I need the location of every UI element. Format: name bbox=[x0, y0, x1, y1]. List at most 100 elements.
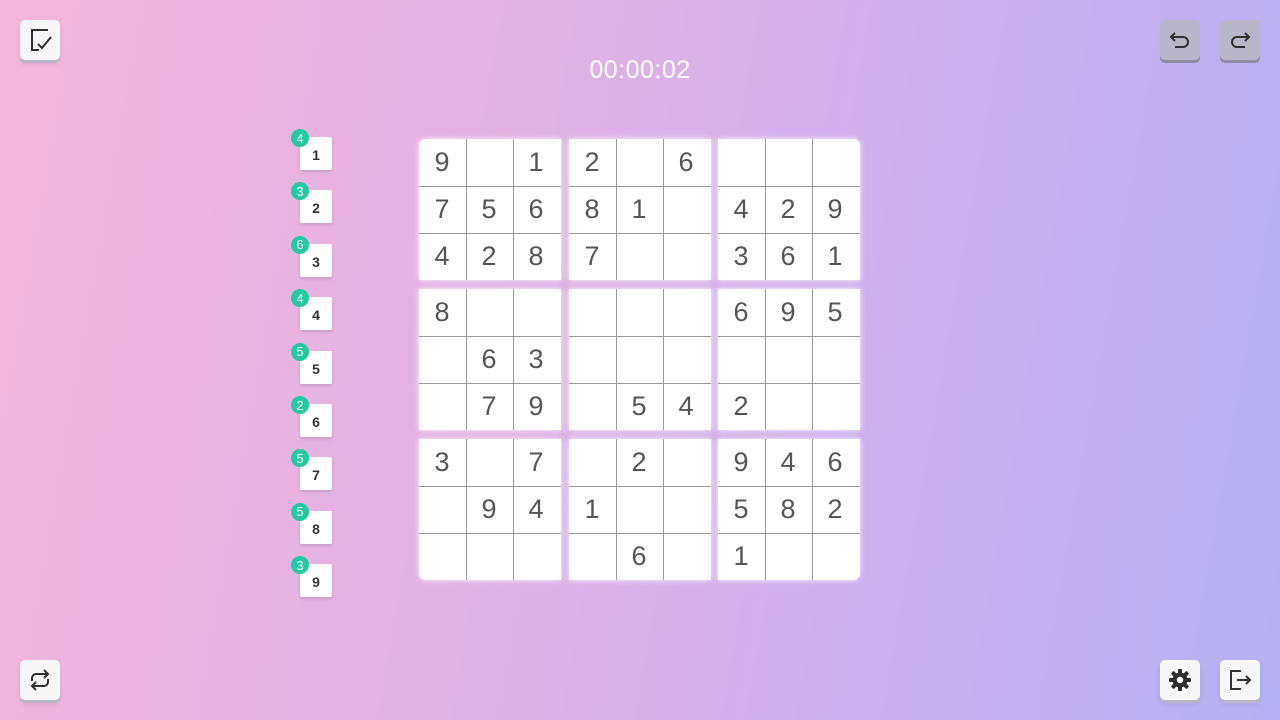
sudoku-cell-r3-c4[interactable]: 7 bbox=[569, 233, 615, 279]
sudoku-cell-r1-c2[interactable] bbox=[466, 139, 512, 185]
sudoku-cell-r2-c7[interactable]: 4 bbox=[718, 186, 764, 232]
sudoku-cell-r8-c7[interactable]: 5 bbox=[718, 486, 764, 532]
sudoku-cell-r2-c2[interactable]: 5 bbox=[466, 186, 512, 232]
sudoku-cell-r9-c3[interactable] bbox=[513, 533, 559, 579]
number-pad-tile-3[interactable]: 63 bbox=[291, 235, 332, 277]
sudoku-cell-r6-c8[interactable] bbox=[765, 383, 811, 429]
sudoku-cell-r6-c1[interactable] bbox=[419, 383, 465, 429]
number-pad-tile-2[interactable]: 32 bbox=[291, 182, 332, 224]
sudoku-cell-r7-c9[interactable]: 6 bbox=[812, 439, 858, 485]
sudoku-cell-r1-c6[interactable]: 6 bbox=[663, 139, 709, 185]
number-pad-tile-1[interactable]: 41 bbox=[291, 129, 332, 170]
undo-button[interactable] bbox=[1160, 20, 1200, 60]
restart-button[interactable] bbox=[20, 660, 60, 700]
number-pad-tile-5[interactable]: 55 bbox=[291, 342, 332, 384]
sudoku-cell-r2-c4[interactable]: 8 bbox=[569, 186, 615, 232]
sudoku-cell-r7-c1[interactable]: 3 bbox=[419, 439, 465, 485]
sudoku-cell-r2-c3[interactable]: 6 bbox=[513, 186, 559, 232]
sudoku-cell-r5-c8[interactable] bbox=[765, 336, 811, 382]
sudoku-cell-r6-c4[interactable] bbox=[569, 383, 615, 429]
sudoku-cell-r6-c9[interactable] bbox=[812, 383, 858, 429]
sudoku-cell-r1-c5[interactable] bbox=[616, 139, 662, 185]
sudoku-cell-r6-c7[interactable]: 2 bbox=[718, 383, 764, 429]
sudoku-cell-r4-c3[interactable] bbox=[513, 289, 559, 335]
sudoku-cell-r5-c9[interactable] bbox=[812, 336, 858, 382]
sudoku-cell-r8-c3[interactable]: 4 bbox=[513, 486, 559, 532]
sudoku-cell-r1-c9[interactable] bbox=[812, 139, 858, 185]
sudoku-cell-r7-c5[interactable]: 2 bbox=[616, 439, 662, 485]
sudoku-cell-r3-c9[interactable]: 1 bbox=[812, 233, 858, 279]
sudoku-cell-r5-c3[interactable]: 3 bbox=[513, 336, 559, 382]
sudoku-cell-r1-c3[interactable]: 1 bbox=[513, 139, 559, 185]
sudoku-cell-r7-c3[interactable]: 7 bbox=[513, 439, 559, 485]
sudoku-cell-r4-c1[interactable]: 8 bbox=[419, 289, 465, 335]
sudoku-cell-r6-c3[interactable]: 9 bbox=[513, 383, 559, 429]
sudoku-cell-r5-c2[interactable]: 6 bbox=[466, 336, 512, 382]
sudoku-cell-r9-c5[interactable]: 6 bbox=[616, 533, 662, 579]
sudoku-cell-r5-c6[interactable] bbox=[663, 336, 709, 382]
sudoku-cell-r4-c7[interactable]: 6 bbox=[718, 289, 764, 335]
sudoku-cell-r9-c4[interactable] bbox=[569, 533, 615, 579]
sudoku-cell-r2-c1[interactable]: 7 bbox=[419, 186, 465, 232]
sudoku-cell-r5-c5[interactable] bbox=[616, 336, 662, 382]
sudoku-cell-r3-c1[interactable]: 4 bbox=[419, 233, 465, 279]
remaining-count-badge: 4 bbox=[291, 289, 309, 308]
number-pad-tile-6[interactable]: 26 bbox=[291, 396, 332, 437]
number-pad-tile-4[interactable]: 44 bbox=[291, 289, 332, 331]
number-pad-digit: 7 bbox=[312, 467, 320, 484]
sudoku-cell-r1-c8[interactable] bbox=[765, 139, 811, 185]
sudoku-cell-r6-c6[interactable]: 4 bbox=[663, 383, 709, 429]
sudoku-cell-r2-c9[interactable]: 9 bbox=[812, 186, 858, 232]
sudoku-cell-r3-c8[interactable]: 6 bbox=[765, 233, 811, 279]
sudoku-cell-r2-c5[interactable]: 1 bbox=[616, 186, 662, 232]
sudoku-cell-r8-c9[interactable]: 2 bbox=[812, 486, 858, 532]
sudoku-cell-r8-c4[interactable]: 1 bbox=[569, 486, 615, 532]
sudoku-cell-r4-c4[interactable] bbox=[569, 289, 615, 335]
sudoku-cell-r8-c1[interactable] bbox=[419, 486, 465, 532]
sudoku-cell-r9-c9[interactable] bbox=[812, 533, 858, 579]
sudoku-cell-r2-c8[interactable]: 2 bbox=[765, 186, 811, 232]
sudoku-cell-r9-c1[interactable] bbox=[419, 533, 465, 579]
sudoku-cell-r8-c2[interactable]: 9 bbox=[466, 486, 512, 532]
sudoku-cell-r9-c6[interactable] bbox=[663, 533, 709, 579]
sudoku-cell-r3-c5[interactable] bbox=[616, 233, 662, 279]
sudoku-cell-r3-c7[interactable]: 3 bbox=[718, 233, 764, 279]
sudoku-cell-r8-c5[interactable] bbox=[616, 486, 662, 532]
sudoku-cell-r7-c8[interactable]: 4 bbox=[765, 439, 811, 485]
sudoku-cell-r7-c6[interactable] bbox=[663, 439, 709, 485]
sudoku-block: 3 794 bbox=[419, 439, 561, 580]
sudoku-cell-r9-c8[interactable] bbox=[765, 533, 811, 579]
sudoku-cell-r6-c5[interactable]: 5 bbox=[616, 383, 662, 429]
sudoku-cell-r3-c3[interactable]: 8 bbox=[513, 233, 559, 279]
check-button[interactable] bbox=[20, 20, 60, 60]
settings-button[interactable] bbox=[1160, 660, 1200, 700]
number-pad-tile-7[interactable]: 57 bbox=[291, 449, 332, 491]
sudoku-cell-r4-c2[interactable] bbox=[466, 289, 512, 335]
remaining-count-badge: 5 bbox=[291, 342, 309, 361]
sudoku-cell-r9-c2[interactable] bbox=[466, 533, 512, 579]
sudoku-cell-r1-c7[interactable] bbox=[718, 139, 764, 185]
sudoku-cell-r4-c5[interactable] bbox=[616, 289, 662, 335]
sudoku-cell-r7-c2[interactable] bbox=[466, 439, 512, 485]
sudoku-cell-r4-c9[interactable]: 5 bbox=[812, 289, 858, 335]
sudoku-cell-r5-c7[interactable] bbox=[718, 336, 764, 382]
sudoku-cell-r5-c4[interactable] bbox=[569, 336, 615, 382]
sudoku-cell-r6-c2[interactable]: 7 bbox=[466, 383, 512, 429]
sudoku-cell-r3-c2[interactable]: 2 bbox=[466, 233, 512, 279]
sudoku-cell-r8-c6[interactable] bbox=[663, 486, 709, 532]
sudoku-cell-r5-c1[interactable] bbox=[419, 336, 465, 382]
sudoku-cell-r8-c8[interactable]: 8 bbox=[765, 486, 811, 532]
sudoku-cell-r7-c4[interactable] bbox=[569, 439, 615, 485]
number-pad-tile-9[interactable]: 39 bbox=[291, 556, 332, 598]
sudoku-cell-r2-c6[interactable] bbox=[663, 186, 709, 232]
sudoku-cell-r7-c7[interactable]: 9 bbox=[718, 439, 764, 485]
sudoku-cell-r9-c7[interactable]: 1 bbox=[718, 533, 764, 579]
sudoku-cell-r4-c8[interactable]: 9 bbox=[765, 289, 811, 335]
sudoku-cell-r1-c4[interactable]: 2 bbox=[569, 139, 615, 185]
exit-button[interactable] bbox=[1220, 660, 1260, 700]
redo-button[interactable] bbox=[1220, 20, 1260, 60]
sudoku-cell-r3-c6[interactable] bbox=[663, 233, 709, 279]
number-pad-tile-8[interactable]: 58 bbox=[291, 502, 332, 544]
sudoku-cell-r4-c6[interactable] bbox=[663, 289, 709, 335]
sudoku-cell-r1-c1[interactable]: 9 bbox=[419, 139, 465, 185]
